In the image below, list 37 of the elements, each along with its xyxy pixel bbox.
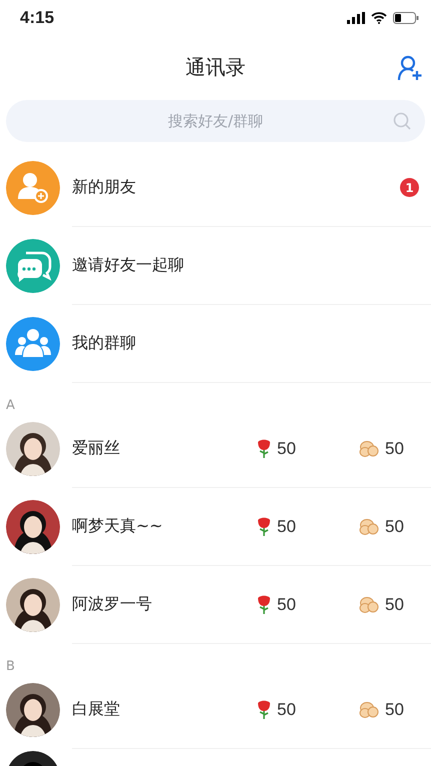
- bun-icon: [359, 596, 379, 614]
- section-letter: A: [6, 398, 15, 413]
- search-field[interactable]: 搜索好友/群聊: [6, 100, 425, 142]
- bun-count: 50: [385, 700, 404, 720]
- contact-name[interactable]: 啊梦天真~~: [72, 516, 257, 537]
- section-letter: B: [6, 659, 15, 674]
- rose-count: 50: [277, 594, 296, 614]
- menu-item-label[interactable]: 新的朋友: [72, 177, 400, 198]
- bun-icon: [359, 440, 379, 458]
- rose-icon: [257, 516, 271, 536]
- rose-icon: [257, 700, 271, 720]
- search-icon: [393, 112, 411, 130]
- page-title: 通讯录: [186, 54, 246, 81]
- bun-count: 50: [385, 516, 404, 536]
- bun-icon: [359, 518, 379, 536]
- menu-item-label[interactable]: 邀请好友一起聊: [72, 255, 419, 276]
- add-friend-icon: [6, 161, 60, 215]
- rose-icon: [257, 438, 271, 458]
- group-icon: [6, 317, 60, 371]
- rose-count: 50: [277, 700, 296, 720]
- chat-bubbles-icon: [6, 239, 60, 293]
- signal-icon: [347, 12, 365, 24]
- battery-icon: [393, 12, 419, 24]
- notification-badge: 1: [400, 178, 419, 197]
- add-person-icon: [397, 55, 423, 81]
- bun-count: 50: [385, 438, 404, 458]
- contact-name[interactable]: 白展堂: [72, 699, 257, 720]
- bun-count: 50: [385, 594, 404, 614]
- rose-icon: [257, 594, 271, 614]
- menu-item-label[interactable]: 我的群聊: [72, 333, 419, 354]
- rose-count: 50: [277, 516, 296, 536]
- status-time: 4:15: [20, 8, 54, 28]
- bun-icon: [359, 700, 379, 718]
- wifi-icon: [371, 12, 387, 24]
- rose-count: 50: [277, 438, 296, 458]
- contact-name[interactable]: 阿波罗一号: [72, 594, 257, 615]
- contact-name[interactable]: 爱丽丝: [72, 438, 257, 459]
